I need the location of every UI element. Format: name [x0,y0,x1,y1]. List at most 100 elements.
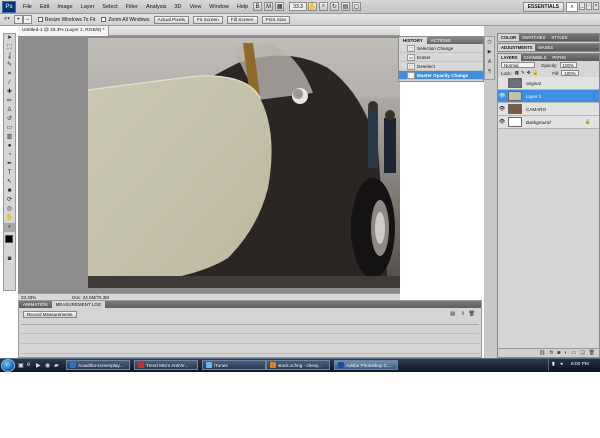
menu-file[interactable]: File [19,4,36,10]
layer-row[interactable]: original [498,77,599,90]
network-icon[interactable]: ▮ [552,362,555,367]
tab-animation[interactable]: ANIMATION [19,301,52,308]
firefox-icon[interactable]: ◉ [45,362,50,369]
taskbar-button[interactable]: iTunes [202,360,266,370]
select-all-icon[interactable]: ▤ [450,311,455,317]
eyedropper-tool-icon[interactable]: ⁄ [4,79,15,88]
type-tool-icon[interactable]: T [4,169,15,178]
visibility-eye-icon[interactable]: 👁 [498,119,506,125]
layer-style-icon[interactable]: fx [549,350,553,356]
tab-styles[interactable]: STYLES [548,34,570,41]
record-measurements-button[interactable]: Record Measurements [23,311,77,318]
history-brush-tool-icon[interactable]: ↺ [4,115,15,124]
lock-transparent-icon[interactable]: ▦ [515,70,519,76]
minimize-icon[interactable]: _ [579,2,585,10]
start-button[interactable] [1,359,15,372]
arrange-documents-icon[interactable]: ▤ [340,2,350,11]
link-layers-icon[interactable]: ⛓ [539,350,545,356]
blend-mode-select[interactable]: Normal [501,62,535,68]
folder-icon[interactable]: ▰ [54,362,59,369]
screen-mode-icon[interactable]: ▢ [351,2,361,11]
menu-analysis[interactable]: Analysis [142,4,170,10]
zoom-all-checkbox[interactable] [101,17,107,22]
tab-layers[interactable]: LAYERS [498,54,521,61]
actions-panel-icon[interactable]: ▶ [485,48,494,57]
hand-tool-icon[interactable]: ✋ [307,2,317,11]
tab-channels[interactable]: CHANNELS [521,54,550,61]
menu-view[interactable]: View [185,4,205,10]
quick-select-tool-icon[interactable]: ✎ [4,61,15,70]
new-layer-icon[interactable]: ❏ [580,350,584,356]
tab-history[interactable]: HISTORY [399,37,427,44]
history-panel-icon[interactable]: ◷ [485,38,494,47]
resize-windows-checkbox[interactable] [37,17,43,22]
3d-orbit-tool-icon[interactable]: ◎ [4,205,15,214]
tab-masks[interactable]: MASKS [535,44,556,51]
document-size[interactable]: Doc: 24.0M/75.3M [69,295,112,300]
adjustment-layer-icon[interactable]: ◐ [564,350,567,356]
fill-input[interactable]: 100% [561,70,579,76]
rotate-view-icon[interactable]: ↻ [329,2,339,11]
tab-adjustments[interactable]: ADJUSTMENTS [498,44,536,51]
zoom-in-icon[interactable]: + [13,15,23,24]
delete-layer-icon[interactable]: 🗑 [589,350,595,356]
history-item[interactable]: ⬚ Selection Change [399,44,483,53]
menu-select[interactable]: Select [98,4,121,10]
3d-rotate-tool-icon[interactable]: ⟳ [4,196,15,205]
menu-layer[interactable]: Layer [77,4,99,10]
character-panel-icon[interactable]: A [485,58,494,67]
taskbar-button[interactable]: Trend Micro AntiVir... [134,360,198,370]
export-icon[interactable]: ⇪ [461,311,465,317]
search-icon[interactable]: ⌕ [566,2,578,12]
healing-brush-tool-icon[interactable]: ✚ [4,88,15,97]
lock-image-icon[interactable]: ✎ [521,70,525,76]
history-item[interactable]: ▭ Eraser [399,53,483,62]
hand-tool-icon[interactable]: ✋ [4,214,15,223]
view-extras-icon[interactable]: ▦ [275,2,285,11]
pen-tool-icon[interactable]: ✒ [4,160,15,169]
zoom-tool-preset-icon[interactable]: ⌕▾ [4,16,10,23]
layer-mask-icon[interactable]: ◙ [557,350,560,356]
tab-color[interactable]: COLOR [498,34,520,41]
media-player-icon[interactable]: ▶ [36,362,41,369]
layer-row[interactable]: 👁 CAMARO [498,103,599,116]
document-tab[interactable]: Untitled-1 @ 33.3% (Layer 1, RGB/8) * [18,25,110,36]
layer-row[interactable]: 👁 Layer 1 [498,90,599,103]
zoom-tool-icon[interactable]: ⌕ [318,2,328,11]
dodge-tool-icon[interactable]: ◔ [4,151,15,160]
brush-tool-icon[interactable]: ✏ [4,97,15,106]
tab-measurement-log[interactable]: MEASUREMENT LOG [51,301,106,308]
close-icon[interactable]: × [593,2,599,10]
document-canvas[interactable] [88,38,400,288]
launch-minibridge-icon[interactable]: M [264,2,274,11]
history-item[interactable]: ⬚ Deselect [399,62,483,71]
color-swatches[interactable] [4,235,16,255]
delete-icon[interactable]: 🗑 [469,311,475,317]
menu-help[interactable]: Help [233,4,252,10]
crop-tool-icon[interactable]: ⌗ [4,70,15,79]
print-size-button[interactable]: Print Size [261,15,291,24]
menu-filter[interactable]: Filter [122,4,142,10]
tab-paths[interactable]: PATHS [549,54,568,61]
menu-edit[interactable]: Edit [36,4,53,10]
menu-image[interactable]: Image [53,4,76,10]
zoom-tool-icon[interactable]: ⌕ [4,223,15,232]
zoom-out-icon[interactable]: − [22,15,32,24]
taskbar-button[interactable]: Acaultha-screenplay... [66,360,130,370]
actual-pixels-button[interactable]: Actual Pixels [153,15,189,24]
visibility-eye-icon[interactable]: 👁 [498,106,506,112]
fill-screen-button[interactable]: Fill Screen [226,15,258,24]
menu-window[interactable]: Window [205,4,233,10]
internet-explorer-icon[interactable]: e [27,362,30,368]
visibility-eye-icon[interactable]: 👁 [498,93,506,99]
zoom-level-field[interactable]: 33.3 [289,2,307,11]
layer-row[interactable]: 👁 Background 🔒 [498,116,599,129]
path-selection-tool-icon[interactable]: ↖ [4,178,15,187]
paragraph-panel-icon[interactable]: ¶ [485,68,494,77]
menu-3d[interactable]: 3D [170,4,185,10]
gradient-tool-icon[interactable]: ▥ [4,133,15,142]
shape-tool-icon[interactable]: ■ [4,187,15,196]
quick-mask-icon[interactable]: ◙ [4,255,15,264]
tab-actions[interactable]: ACTIONS [427,37,455,44]
marquee-tool-icon[interactable]: ⬚ [4,43,15,52]
